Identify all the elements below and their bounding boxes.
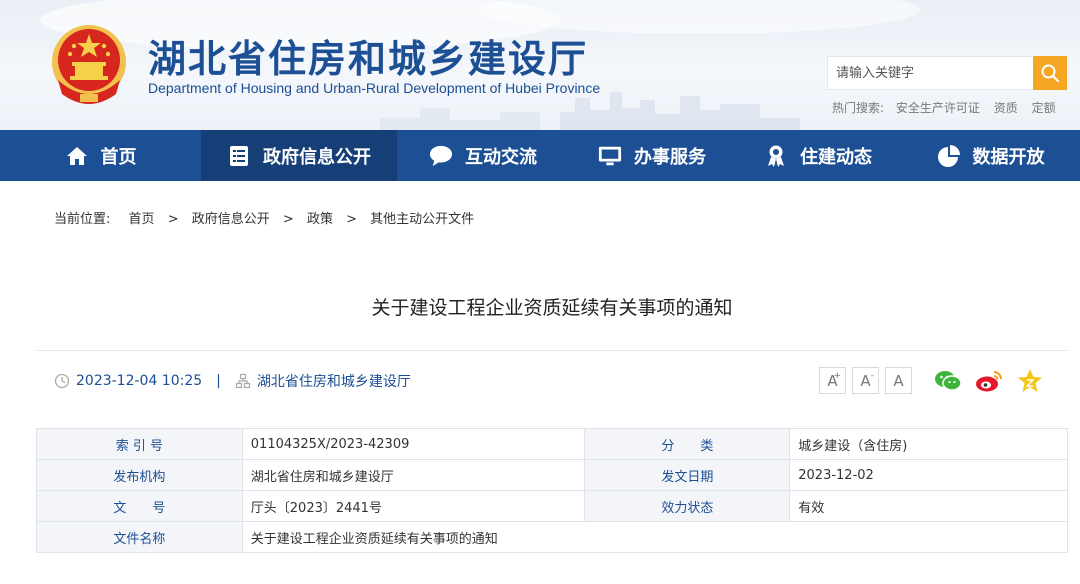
nav-item-services[interactable]: 办事服务 (569, 130, 735, 181)
issue-date-value: 2023-12-02 (789, 459, 1068, 491)
hot-search-link[interactable]: 安全生产许可证 (896, 101, 980, 115)
publish-source: 湖北省住房和城乡建设厅 (256, 374, 411, 390)
main-nav: 首页 政府信息公开 互动交流 办事服务 住建动态 数据开放 (0, 130, 1080, 181)
award-ribbon-icon (764, 144, 788, 168)
table-row: 发布机构 湖北省住房和城乡建设厅 发文日期 2023-12-02 (36, 459, 1068, 491)
breadcrumb-label: 当前位置: (54, 212, 111, 227)
article-meta: 2023-12-04 10:25 | 湖北省住房和城乡建设厅 (54, 370, 411, 392)
nav-item-open-data[interactable]: 数据开放 (901, 130, 1080, 181)
table-row: 文件名称 关于建设工程企业资质延续有关事项的通知 (36, 521, 1069, 553)
favorite-button[interactable] (1016, 367, 1044, 395)
index-number-label: 索 引 号 (36, 428, 243, 460)
font-increase-button[interactable]: A + (819, 367, 846, 394)
site-title: 湖北省住房和城乡建设厅 (148, 37, 589, 81)
nav-item-home[interactable]: 首页 (0, 130, 201, 181)
hot-search: 热门搜索: 安全生产许可证 资质 定额 (832, 99, 1066, 116)
nav-item-interaction[interactable]: 互动交流 (397, 130, 569, 181)
share-weibo-button[interactable] (975, 367, 1003, 395)
nav-label: 办事服务 (634, 146, 706, 168)
nav-label: 政府信息公开 (263, 146, 371, 168)
file-name-value: 关于建设工程企业资质延续有关事项的通知 (241, 521, 1069, 553)
hot-search-link[interactable]: 资质 (994, 101, 1018, 115)
home-icon (65, 144, 89, 168)
breadcrumb-item-home[interactable]: 首页 (129, 212, 155, 227)
validity-label: 效力状态 (584, 490, 791, 522)
favorite-star-icon (1018, 369, 1042, 392)
issuer-value: 湖北省住房和城乡建设厅 (241, 459, 586, 491)
site-header: 湖北省住房和城乡建设厅 Department of Housing and Ur… (0, 0, 1080, 130)
monitor-icon (598, 144, 622, 168)
font-glyph: A (893, 371, 904, 390)
font-reset-button[interactable]: A (885, 367, 912, 394)
document-number-label: 文 号 (36, 490, 243, 522)
table-row: 索 引 号 01104325X/2023-42309 分 类 城乡建设（含住房) (36, 428, 1068, 460)
issue-date-label: 发文日期 (584, 459, 791, 491)
category-label: 分 类 (584, 428, 791, 460)
issuer-label: 发布机构 (36, 459, 243, 491)
validity-value: 有效 (789, 490, 1068, 522)
organization-icon (235, 373, 251, 389)
nav-item-gov-info[interactable]: 政府信息公开 (201, 130, 397, 181)
hot-search-label: 热门搜索: (832, 101, 885, 115)
divider-line (36, 350, 1068, 351)
nav-label: 住建动态 (800, 146, 872, 168)
share-tools (934, 367, 1057, 395)
document-number-value: 厅头〔2023〕2441号 (241, 490, 586, 522)
site-subtitle: Department of Housing and Urban-Rural De… (148, 80, 601, 96)
nav-item-news[interactable]: 住建动态 (735, 130, 901, 181)
nav-label: 数据开放 (972, 146, 1045, 168)
pie-chart-icon (937, 144, 961, 168)
clock-icon (54, 373, 70, 389)
breadcrumb-separator: > (282, 212, 294, 227)
search-box (827, 56, 1067, 90)
search-icon (1041, 64, 1060, 83)
share-wechat-button[interactable] (934, 367, 962, 395)
document-info-table: 索 引 号 01104325X/2023-42309 分 类 城乡建设（含住房)… (36, 428, 1069, 553)
font-decrease-button[interactable]: A- (852, 367, 879, 394)
search-input[interactable] (828, 57, 1034, 89)
publish-datetime: 2023-12-04 10:25 (76, 373, 203, 389)
file-name-label: 文件名称 (36, 521, 243, 553)
breadcrumb-item-policy[interactable]: 政策 (307, 212, 333, 227)
search-button[interactable] (1033, 56, 1067, 90)
breadcrumb-separator: > (346, 212, 357, 227)
weibo-icon (976, 371, 1002, 392)
article-title: 关于建设工程企业资质延续有关事项的通知 (371, 297, 733, 319)
chat-bubble-icon (429, 144, 453, 168)
breadcrumb-item-gov-info[interactable]: 政府信息公开 (192, 212, 270, 227)
nav-label: 互动交流 (465, 146, 537, 168)
meta-divider: | (216, 373, 221, 389)
table-row: 文 号 厅头〔2023〕2441号 效力状态 有效 (36, 490, 1068, 522)
national-emblem-icon (52, 25, 126, 104)
breadcrumb-item-other-files[interactable]: 其他主动公开文件 (370, 212, 474, 227)
font-glyph: A (860, 371, 871, 390)
wechat-icon (935, 371, 962, 391)
font-size-tools: A + A- A (819, 367, 918, 394)
category-value: 城乡建设（含住房) (789, 428, 1068, 460)
breadcrumb: 当前位置: 首页 > 政府信息公开 > 政策 > 其他主动公开文件 (54, 208, 474, 227)
breadcrumb-separator: > (167, 212, 179, 227)
document-list-icon (227, 144, 251, 168)
hot-search-link[interactable]: 定额 (1032, 101, 1056, 115)
index-number-value: 01104325X/2023-42309 (241, 428, 586, 460)
nav-label: 首页 (100, 146, 137, 168)
